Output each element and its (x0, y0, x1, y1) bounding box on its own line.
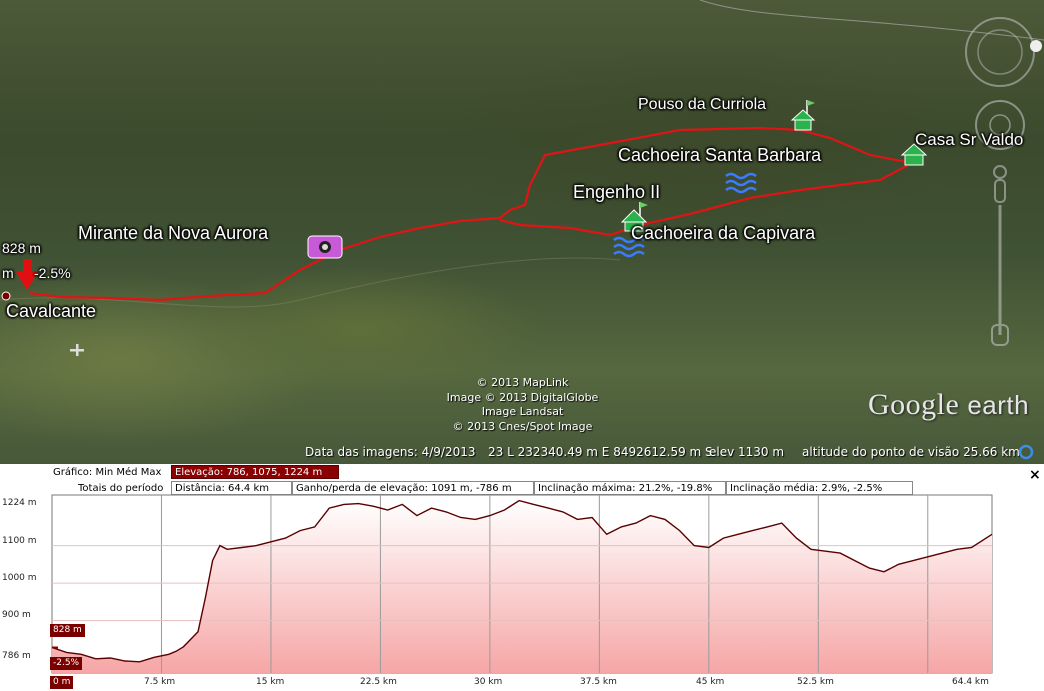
y-tick-label: 1000 m (2, 573, 37, 583)
x-tick-label: 22.5 km (360, 677, 397, 687)
label-casa-sr-valdo[interactable]: Casa Sr Valdo (915, 130, 1023, 150)
elevation-stat-box[interactable]: Elevação: 786, 1075, 1224 m (171, 465, 339, 479)
y-tick-label: 1224 m (2, 498, 37, 508)
cursor-elevation-tag: 828 m (50, 624, 85, 637)
cursor-slope-tag: -2.5% (50, 657, 83, 670)
x-tick-label: 30 km (474, 677, 503, 687)
copyright-line: Image © 2013 DigitalGlobe (446, 390, 599, 404)
elevation-marker-label: 828 m (2, 240, 41, 256)
status-bar: Data das imagens: 4/9/2013 23 L 232340.4… (0, 440, 1044, 464)
copyright-line: © 2013 Cnes/Spot Image (452, 419, 593, 433)
slope-marker-label: -2.5% (34, 265, 71, 281)
map-view[interactable]: Pouso da Curriola Cachoeira Santa Barbar… (0, 0, 1044, 464)
label-cavalcante[interactable]: Cavalcante (6, 301, 96, 322)
x-tick-label: 37.5 km (580, 677, 617, 687)
y-tick-label: 786 m (2, 651, 31, 661)
distance-box[interactable]: Distância: 64.4 km (171, 481, 292, 495)
x-tick-label: 45 km (696, 677, 725, 687)
max-slope-box[interactable]: Inclinação máxima: 21.2%, -19.8% (534, 481, 726, 495)
x-tick-label: 15 km (256, 677, 285, 687)
y-tick-label: 900 m (2, 610, 31, 620)
copyright-line: Image Landsat (481, 405, 564, 418)
label-engenho-ii[interactable]: Engenho II (573, 182, 660, 203)
eye-altitude: altitude do ponto de visão 25.66 km (802, 445, 1020, 459)
stat-max-label[interactable]: Max (141, 467, 162, 478)
zoom-slider (991, 165, 1009, 346)
label-cachoeira-santa-barbara[interactable]: Cachoeira Santa Barbara (618, 145, 821, 166)
streaming-status-icon (1018, 444, 1034, 460)
house-flag-icon (790, 100, 816, 131)
google-earth-logo: Google earth (868, 388, 1029, 422)
road-line (699, 0, 1044, 41)
camera-icon (307, 235, 343, 259)
copyright-line: © 2013 MapLink (476, 376, 569, 389)
start-point (1, 291, 11, 301)
graph-caption: Gráfico (53, 467, 89, 478)
x-origin-tag: 0 m (50, 676, 74, 689)
stat-avg-label[interactable]: Méd (116, 467, 137, 478)
label-cachoeira-da-capivara[interactable]: Cachoeira da Capivara (631, 223, 815, 244)
airport-icon (70, 344, 84, 356)
cursor-coordinates: 23 L 232340.49 m E 8492612.59 m S (488, 445, 713, 459)
gain-loss-box[interactable]: Ganho/perda de elevação: 1091 m, -786 m (292, 481, 534, 495)
logo-google: Google (868, 388, 960, 421)
waterfall-icon (725, 172, 757, 194)
label-mirante-da-nova-aurora[interactable]: Mirante da Nova Aurora (78, 223, 268, 244)
elevation-profile-panel: Gráfico: Min Méd Max Elevação: 786, 1075… (0, 464, 1044, 691)
totals-label: Totais do período (78, 483, 164, 494)
imagery-date: Data das imagens: 4/9/2013 (305, 445, 476, 459)
logo-earth: earth (967, 390, 1030, 420)
imagery-copyright: © 2013 MapLink Image © 2013 DigitalGlobe… (420, 376, 625, 434)
avg-slope-box[interactable]: Inclinação média: 2.9%, -2.5% (726, 481, 913, 495)
stat-min-label[interactable]: Min (95, 467, 113, 478)
close-profile-button[interactable]: × (1029, 467, 1041, 483)
graph-label: Gráfico: Min Méd Max (53, 467, 162, 478)
x-tick-label: 64.4 km (952, 677, 989, 687)
x-tick-label: 52.5 km (797, 677, 834, 687)
cursor-elevation: elev 1130 m (709, 445, 785, 459)
y-tick-label: 1100 m (2, 536, 37, 546)
elevation-unit-label: m (2, 265, 14, 281)
label-pouso-da-curriola[interactable]: Pouso da Curriola (638, 96, 766, 114)
x-tick-label: 7.5 km (144, 677, 176, 687)
compass-icon (965, 17, 1042, 87)
